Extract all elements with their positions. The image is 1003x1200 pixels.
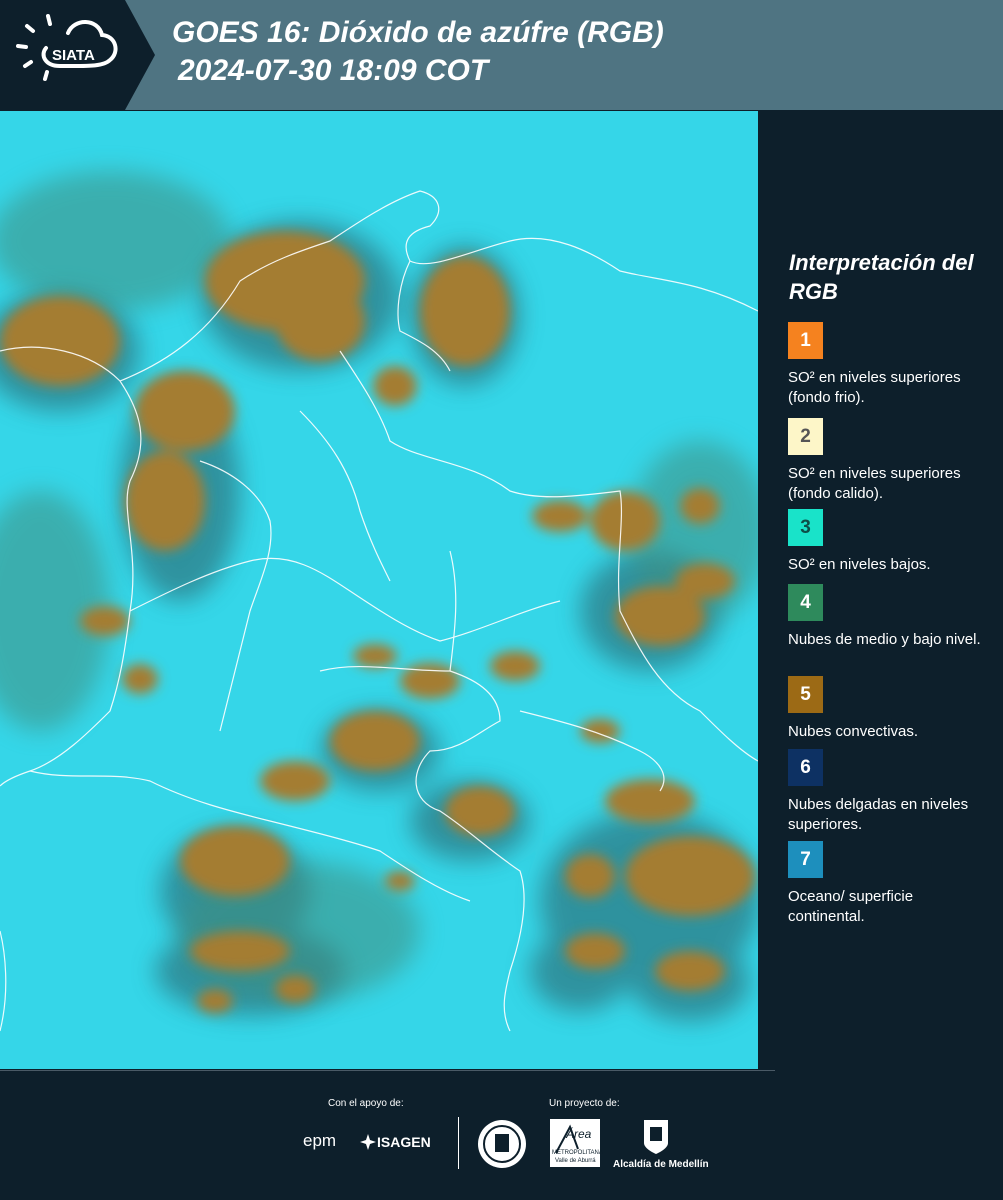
area-logo-subtext-2: Valle de Aburrá	[555, 1158, 596, 1164]
legend-swatch-6: 6	[788, 749, 823, 786]
footer: Con el apoyo de: Un proyecto de: epm ISA…	[0, 1070, 1003, 1200]
legend-swatch-4: 4	[788, 584, 823, 621]
isagen-logo-icon	[360, 1134, 376, 1150]
legend-swatch-2: 2	[788, 418, 823, 455]
isagen-logo: ISAGEN	[377, 1134, 431, 1150]
medellin-seal-icon	[478, 1120, 526, 1168]
project-label: Un proyecto de:	[549, 1098, 620, 1109]
header: SIATA GOES 16: Dióxido de azúfre (RGB) 2…	[0, 0, 1003, 110]
satellite-map	[0, 111, 758, 1069]
footer-separator	[458, 1117, 459, 1169]
legend-swatch-3: 3	[788, 509, 823, 546]
area-logo-text: Área	[566, 1127, 592, 1141]
legend-swatch-1: 1	[788, 322, 823, 359]
support-label: Con el apoyo de:	[328, 1098, 404, 1109]
legend-label-4: Nubes de medio y bajo nivel.	[788, 631, 981, 648]
legend-label-5: Nubes convectivas.	[788, 723, 919, 740]
siata-logo-text: SIATA	[52, 47, 95, 64]
legend-title: Interpretación del RGB	[789, 250, 974, 304]
legend-label-3: SO² en niveles bajos.	[788, 556, 931, 573]
alcaldia-shield-icon	[644, 1120, 668, 1154]
rgb-satellite-image	[0, 111, 758, 1069]
footer-divider	[0, 1070, 775, 1071]
legend-swatch-5: 5	[788, 676, 823, 713]
legend-panel: Interpretación del RGB 1 SO² en niveles …	[758, 110, 1003, 1070]
legend-label-2: SO² en niveles superiores (fondo calido)…	[788, 465, 961, 502]
area-logo-subtext: METROPOLITANA	[552, 1150, 603, 1156]
siata-logo: SIATA	[0, 0, 155, 110]
alcaldia-logo-text: Alcaldía de Medellín	[613, 1159, 709, 1170]
page-datetime: 2024-07-30 18:09 COT	[178, 54, 489, 87]
epm-logo: epm	[303, 1131, 337, 1150]
legend-swatch-7: 7	[788, 841, 823, 878]
legend-label-6: Nubes delgadas en niveles superiores.	[788, 796, 969, 833]
legend-label-1: SO² en niveles superiores (fondo frio).	[788, 369, 961, 406]
legend-label-7: Oceano/ superficie continental.	[788, 888, 914, 925]
page-title: GOES 16: Dióxido de azúfre (RGB)	[172, 16, 664, 49]
